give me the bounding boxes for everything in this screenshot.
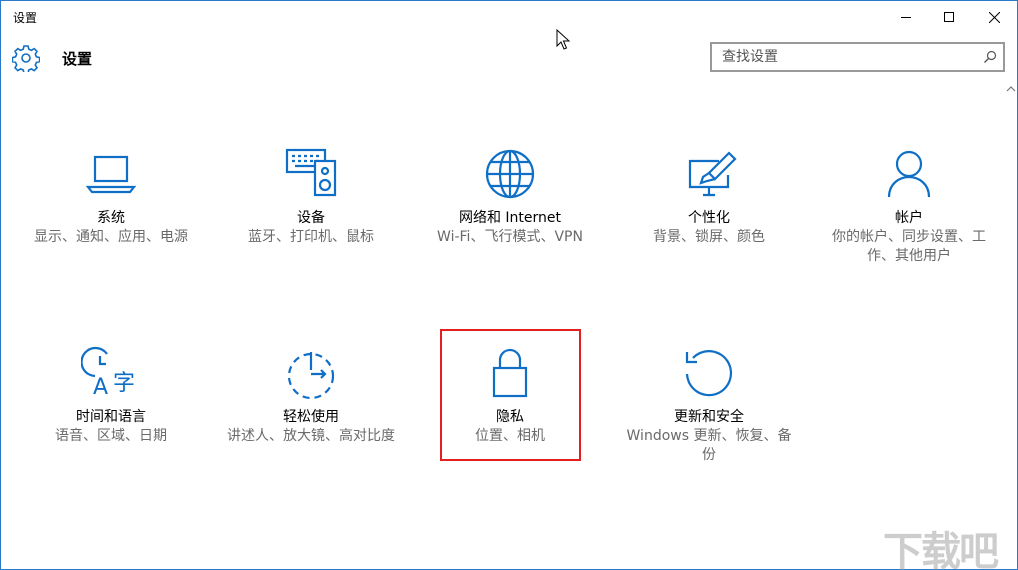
tile-description: 显示、通知、应用、电源: [34, 229, 188, 245]
tile-devices[interactable]: 设备 蓝牙、打印机、鼠标: [216, 147, 406, 247]
tile-description: 蓝牙、打印机、鼠标: [248, 229, 374, 245]
globe-icon: [485, 149, 535, 199]
tile-description: 讲述人、放大镜、高对比度: [227, 428, 395, 444]
personalization-icon: [688, 151, 737, 197]
tile-description: 背景、锁屏、颜色: [653, 229, 765, 245]
devices-icon: [285, 148, 337, 197]
maximize-button[interactable]: [926, 1, 972, 33]
page-title: 设置: [62, 50, 93, 68]
tile-personalization[interactable]: 个性化 背景、锁屏、颜色: [614, 147, 804, 247]
search-box[interactable]: [710, 42, 1005, 72]
tile-update-security[interactable]: 更新和安全 Windows 更新、恢复、备份: [614, 346, 804, 465]
close-button[interactable]: [971, 1, 1017, 33]
tile-name: 设备: [297, 210, 325, 226]
tile-ease-of-access[interactable]: 轻松使用 讲述人、放大镜、高对比度: [216, 346, 406, 446]
tile-description: Windows 更新、恢复、备份: [626, 428, 792, 463]
tile-name: 网络和 Internet: [458, 210, 562, 226]
tile-name: 帐户: [895, 210, 923, 226]
tile-name: 更新和安全: [674, 409, 744, 425]
maximize-icon: [944, 12, 954, 22]
tile-name: 系统: [97, 210, 125, 226]
svg-text:字: 字: [113, 371, 135, 396]
tile-time-language[interactable]: A 字 时间和语言 语音、区域、日期: [16, 346, 206, 446]
search-input[interactable]: [712, 44, 972, 70]
tile-system[interactable]: 系统 显示、通知、应用、电源: [16, 147, 206, 247]
title-bar[interactable]: 设置: [1, 1, 1017, 33]
person-icon: [887, 150, 931, 198]
watermark: 下载吧: [883, 529, 999, 570]
tile-name: 轻松使用: [283, 409, 339, 425]
settings-window: 设置 设置 查找设置 系统 显示、通知、应用、电源 设备 蓝牙、打印机、鼠标 网…: [0, 0, 1018, 570]
tile-name: 个性化: [688, 210, 730, 226]
gear-icon: [12, 45, 40, 72]
tile-description: 你的帐户、同步设置、工作、其他用户: [832, 229, 986, 264]
mouse-cursor-icon: [556, 29, 570, 50]
settings-header: 设置: [1, 35, 1017, 83]
update-icon: [685, 350, 733, 397]
tile-accounts[interactable]: 帐户 你的帐户、同步设置、工作、其他用户: [814, 147, 1004, 266]
minimize-icon: [901, 17, 911, 18]
privacy-highlight-box: [440, 329, 581, 461]
ease-of-access-icon: [287, 352, 335, 400]
search-icon[interactable]: [983, 50, 997, 64]
svg-text:A: A: [93, 375, 108, 400]
tile-network[interactable]: 网络和 Internet Wi-Fi、飞行模式、VPN: [415, 147, 605, 247]
tile-name: 时间和语言: [76, 409, 146, 425]
tile-description: 语音、区域、日期: [55, 428, 167, 444]
tile-description: Wi-Fi、飞行模式、VPN: [437, 229, 583, 245]
laptop-icon: [85, 155, 137, 194]
minimize-button[interactable]: [883, 1, 929, 33]
close-icon: [988, 11, 1000, 23]
scroll-up-arrow-icon[interactable]: [1006, 85, 1016, 93]
time-language-icon: A 字: [81, 346, 135, 400]
window-title: 设置: [13, 11, 38, 25]
